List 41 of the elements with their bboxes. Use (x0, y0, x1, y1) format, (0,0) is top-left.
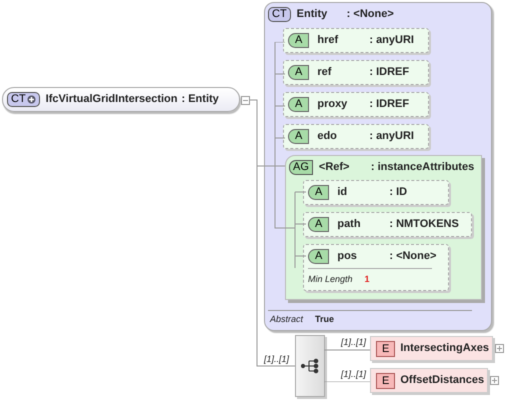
property-label: Abstract (270, 313, 304, 326)
attribute-type: : IDREF (369, 65, 410, 80)
cardinality-label: [1]..[1] (264, 353, 290, 366)
attribute-name: path (337, 217, 362, 232)
attribute-name: id (337, 185, 348, 200)
attribute-badge: A (288, 129, 310, 144)
complex-type-badge: CT (268, 6, 291, 22)
attribute-type: : anyURI (369, 33, 414, 48)
attribute-name: pos (337, 249, 358, 264)
entity-type: : <None> (346, 7, 394, 22)
property-value: True (315, 313, 334, 326)
facet-label: Min Length (308, 272, 353, 286)
node-name: IfcVirtualGridIntersection (46, 92, 178, 108)
node-type: : Entity (182, 92, 219, 108)
attribute-name: ref (317, 65, 332, 80)
attribute-badge: A (288, 65, 310, 80)
entity-name: Entity (296, 7, 328, 22)
attribute-type: : NMTOKENS (389, 217, 459, 232)
attribute-name: href (317, 33, 340, 48)
badge-label: CT (11, 93, 26, 106)
attribute-type: : <None> (389, 249, 436, 264)
element-name: OffsetDistances (400, 373, 484, 388)
attribute-badge: A (288, 97, 310, 112)
element-badge: E (376, 372, 396, 388)
attribute-group-name: <Ref> (318, 160, 350, 175)
attribute-group-badge: AG (289, 160, 313, 175)
element-name: IntersectingAxes (400, 341, 489, 356)
attribute-group-type: : instanceAttributes (370, 160, 474, 175)
attribute-badge: A (308, 185, 330, 200)
attribute-badge: A (308, 249, 330, 264)
attribute-badge: A (308, 217, 330, 232)
element-badge: E (376, 340, 396, 356)
attribute-type: : anyURI (369, 129, 414, 144)
facet-value: 1 (364, 272, 370, 286)
attribute-name: proxy (317, 97, 348, 112)
attribute-type: : ID (389, 185, 408, 200)
attribute-badge: A (288, 33, 310, 48)
attribute-type: : IDREF (369, 97, 410, 112)
cardinality-label: [1]..[1] (341, 368, 366, 381)
attribute-name: edo (317, 129, 338, 144)
cardinality-label: [1]..[1] (341, 336, 366, 349)
